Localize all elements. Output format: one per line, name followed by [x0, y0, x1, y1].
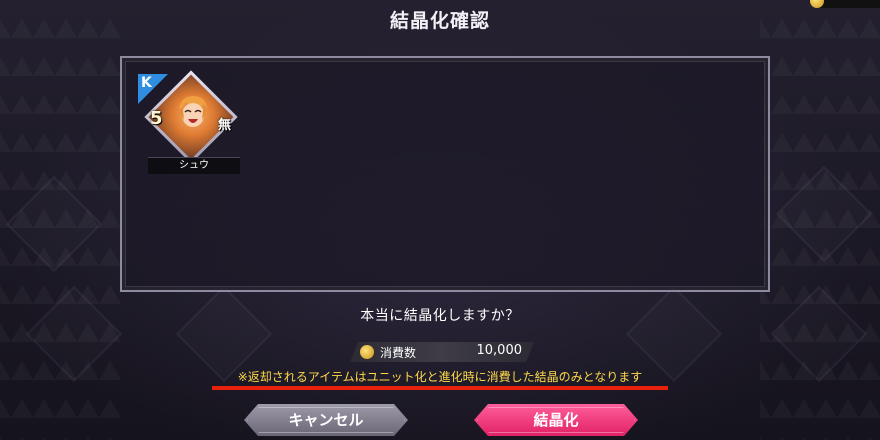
- dialog-title: 結晶化確認: [389, 10, 490, 32]
- unit-rarity: 5: [150, 108, 163, 129]
- cost-label: 消費数: [380, 346, 417, 360]
- cost-value: 10,000: [476, 343, 522, 358]
- unit-card[interactable]: K 5 無 シュウ: [138, 70, 250, 174]
- cancel-button[interactable]: キャンセル: [244, 404, 408, 436]
- warning-text: ※返却されるアイテムはユニット化と進化時に消費した結晶のみとなります: [237, 370, 643, 384]
- unit-name: シュウ: [148, 157, 240, 174]
- gold-coin-icon: [360, 345, 374, 359]
- cost-bar: 消費数 10,000: [350, 342, 534, 362]
- unit-element: 無: [218, 118, 232, 133]
- crystallize-button[interactable]: 結晶化: [474, 404, 638, 436]
- warning-underline: [212, 386, 668, 390]
- confirm-question: 本当に結晶化しますか？: [360, 308, 520, 324]
- unit-portrait: [179, 96, 207, 127]
